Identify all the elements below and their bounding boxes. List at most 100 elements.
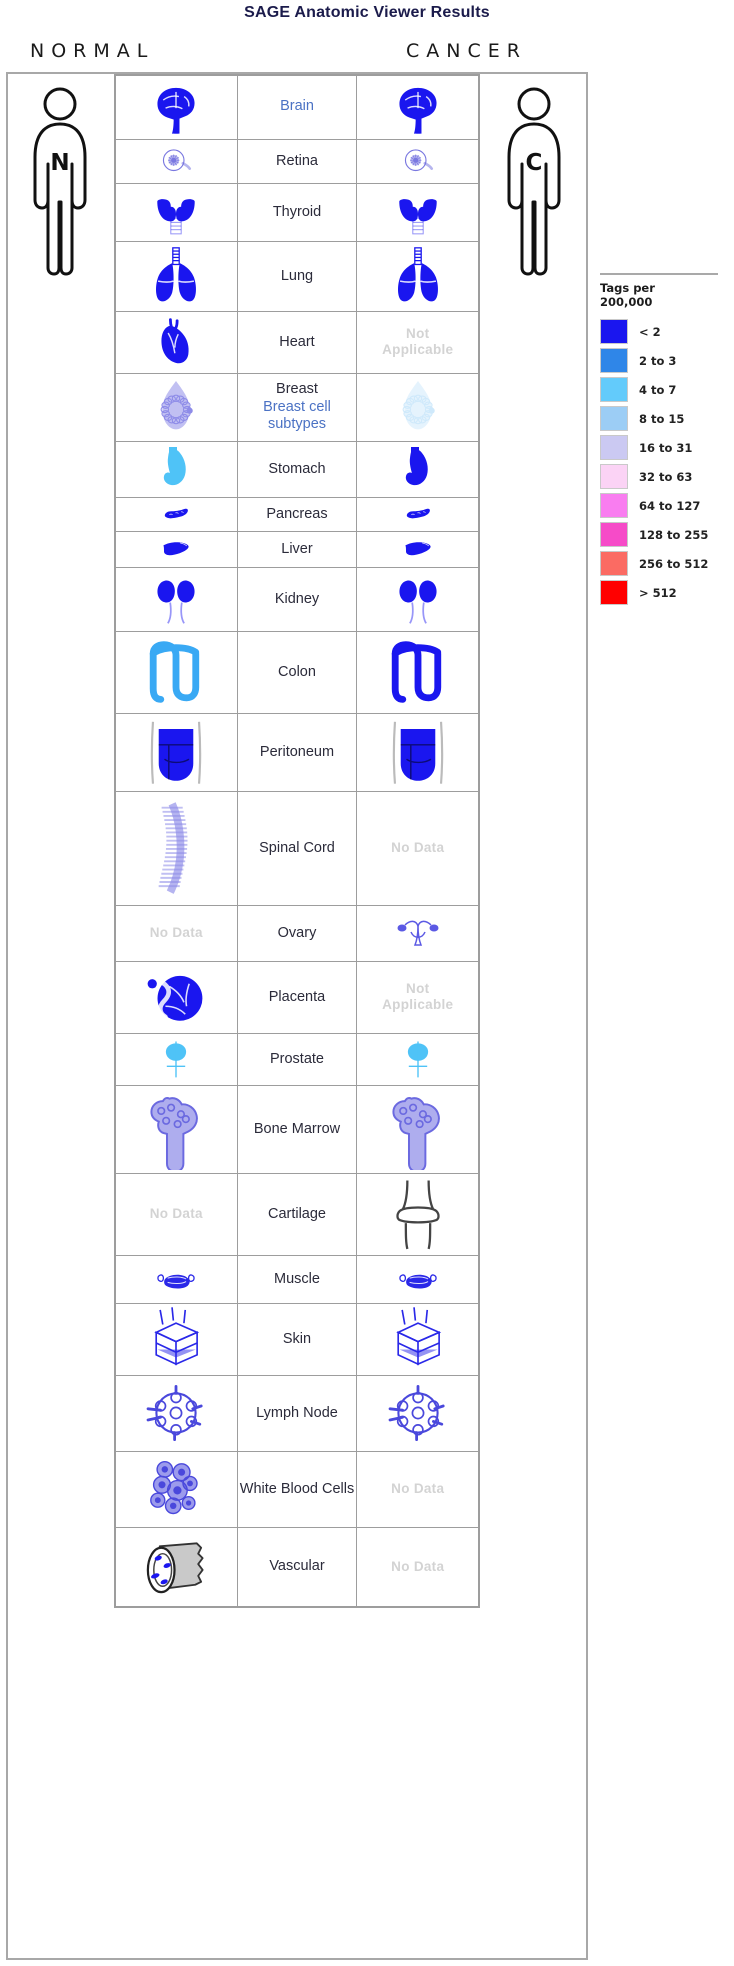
cancer-icon-cell[interactable]: [356, 496, 480, 532]
legend-label: 4 to 7: [639, 382, 677, 397]
normal-icon-cell[interactable]: [114, 1254, 238, 1304]
normal-lung-icon[interactable]: [144, 244, 208, 308]
normal-icon-cell[interactable]: [114, 960, 238, 1034]
cancer-icon-cell[interactable]: [356, 1172, 480, 1256]
normal-icon-cell[interactable]: [114, 1526, 238, 1608]
normal-icon-cell[interactable]: [114, 790, 238, 906]
normal-thyroid-icon[interactable]: [150, 186, 202, 238]
normal-icon-cell[interactable]: [114, 566, 238, 632]
sage-anatomic-viewer-page: SAGE Anatomic Viewer Results NORMAL CANC…: [0, 0, 734, 1966]
normal-vascular-icon[interactable]: [139, 1530, 213, 1604]
cancer-icon-cell[interactable]: [356, 1374, 480, 1452]
table-row: Colon: [114, 630, 480, 714]
cancer-icon-cell[interactable]: [356, 530, 480, 568]
cancer-breast-icon[interactable]: [387, 376, 449, 438]
cancer-icon-cell[interactable]: [356, 1084, 480, 1174]
table-row: Spinal Cord No Data: [114, 790, 480, 906]
normal-icon-cell[interactable]: [114, 712, 238, 792]
no-data-label: No Data: [391, 839, 445, 855]
normal-white-blood-cells-icon[interactable]: [141, 1454, 211, 1524]
cancer-liver-icon[interactable]: [403, 534, 433, 564]
normal-prostate-icon[interactable]: [153, 1036, 199, 1082]
legend-swatch: [600, 580, 628, 606]
organ-name-bone-marrow: Bone Marrow: [253, 1120, 341, 1137]
cancer-icon-cell[interactable]: [356, 904, 480, 962]
normal-icon-cell[interactable]: [114, 530, 238, 568]
cancer-icon-cell[interactable]: [356, 372, 480, 442]
normal-colon-icon[interactable]: [138, 634, 214, 710]
normal-icon-cell[interactable]: [114, 240, 238, 312]
cancer-retina-icon[interactable]: [399, 142, 437, 180]
cancer-kidney-icon[interactable]: [389, 570, 447, 628]
cancer-muscle-icon[interactable]: [397, 1258, 439, 1300]
legend-label: > 512: [639, 585, 677, 600]
cancer-prostate-icon[interactable]: [395, 1036, 441, 1082]
normal-icon-cell[interactable]: [114, 1374, 238, 1452]
normal-pancreas-icon[interactable]: [162, 500, 190, 528]
cancer-pancreas-icon[interactable]: [404, 500, 432, 528]
normal-skin-icon[interactable]: [143, 1306, 209, 1372]
cancer-cartilage-icon[interactable]: [380, 1176, 456, 1252]
normal-spinal-cord-icon[interactable]: [128, 800, 224, 896]
normal-muscle-icon[interactable]: [155, 1258, 197, 1300]
normal-icon-cell[interactable]: [114, 440, 238, 498]
cancer-peritoneum-icon[interactable]: [382, 716, 454, 788]
table-row: Placenta Not Applicable: [114, 960, 480, 1034]
normal-peritoneum-icon[interactable]: [140, 716, 212, 788]
cancer-icon-cell[interactable]: [356, 566, 480, 632]
cancer-icon-cell[interactable]: [356, 1032, 480, 1086]
cancer-brain-icon[interactable]: [389, 78, 447, 136]
cancer-icon-cell[interactable]: [356, 712, 480, 792]
cancer-icon-cell[interactable]: [356, 182, 480, 242]
organ-name-heart: Heart: [279, 333, 315, 350]
table-row: Prostate: [114, 1032, 480, 1086]
cancer-bone-marrow-icon[interactable]: [377, 1088, 459, 1170]
cancer-lung-icon[interactable]: [386, 244, 450, 308]
cancer-thyroid-icon[interactable]: [392, 186, 444, 238]
normal-brain-icon[interactable]: [147, 78, 205, 136]
normal-retina-icon[interactable]: [157, 142, 195, 180]
normal-breast-icon[interactable]: [145, 376, 207, 438]
cancer-skin-icon[interactable]: [385, 1306, 451, 1372]
normal-liver-icon[interactable]: [161, 534, 191, 564]
table-row: Thyroid: [114, 182, 480, 242]
cancer-ovary-icon[interactable]: [393, 908, 443, 958]
cancer-icon-cell[interactable]: [356, 440, 480, 498]
normal-icon-cell[interactable]: [114, 138, 238, 184]
normal-placenta-icon[interactable]: [143, 964, 209, 1030]
normal-icon-cell[interactable]: [114, 1450, 238, 1528]
table-row: White Blood Cells No Data: [114, 1450, 480, 1528]
normal-icon-cell[interactable]: [114, 1302, 238, 1376]
cancer-icon-cell[interactable]: [356, 74, 480, 140]
normal-icon-cell[interactable]: [114, 1084, 238, 1174]
cancer-colon-icon[interactable]: [380, 634, 456, 710]
normal-icon-cell[interactable]: [114, 74, 238, 140]
cancer-body-figure: C: [489, 82, 579, 278]
organ-name-prostate: Prostate: [269, 1050, 324, 1067]
normal-kidney-icon[interactable]: [147, 570, 205, 628]
normal-stomach-icon[interactable]: [151, 444, 201, 494]
normal-icon-cell[interactable]: [114, 496, 238, 532]
organ-name-brain[interactable]: Brain: [239, 98, 356, 116]
normal-lymph-node-icon[interactable]: [141, 1378, 211, 1448]
cancer-icon-cell[interactable]: [356, 630, 480, 714]
normal-icon-cell[interactable]: [114, 182, 238, 242]
normal-icon-cell[interactable]: [114, 630, 238, 714]
cancer-icon-cell[interactable]: [356, 138, 480, 184]
organ-name-retina: Retina: [276, 152, 318, 169]
cancer-icon-cell[interactable]: [356, 1254, 480, 1304]
normal-icon-cell[interactable]: [114, 372, 238, 442]
normal-icon-cell[interactable]: [114, 1032, 238, 1086]
tag-density-legend: Tags per 200,000 < 2 2 to 3 4 to 7 8 to 15 1…: [600, 273, 724, 607]
normal-icon-cell[interactable]: [114, 310, 238, 374]
normal-heart-icon[interactable]: [148, 314, 204, 370]
organ-label-cell: Placenta: [236, 960, 358, 1034]
cancer-icon-cell[interactable]: [356, 1302, 480, 1376]
cancer-stomach-icon[interactable]: [393, 444, 443, 494]
organ-name-lung: Lung: [280, 267, 314, 284]
cancer-lymph-node-icon[interactable]: [383, 1378, 453, 1448]
cancer-icon-cell[interactable]: [356, 240, 480, 312]
legend-row: < 2: [600, 317, 724, 346]
organ-subtype-link[interactable]: Breast cell subtypes: [239, 399, 356, 435]
normal-bone-marrow-icon[interactable]: [135, 1088, 217, 1170]
